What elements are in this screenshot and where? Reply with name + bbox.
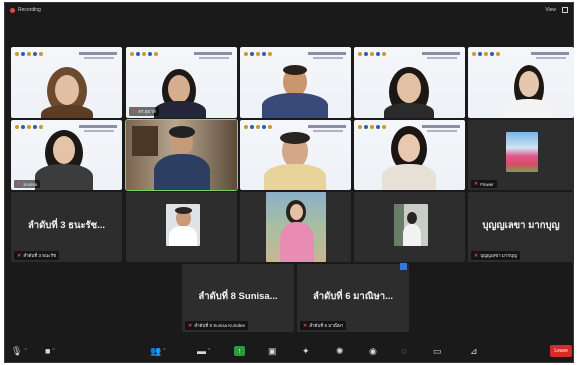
meeting-toolbar: 🎙 ^ ■ ^ 👥 ^ ▬ ^ ↑ ▣ ✦ ✺ ◉ ◌ ▭ ⊿ Leave [5, 340, 573, 362]
video-tile-5[interactable] [468, 47, 574, 118]
recording-label: Recording [18, 7, 41, 13]
participant-display-name: บุญญเลขา มากบุญ [482, 220, 560, 231]
video-tile-15[interactable]: บุญญเลขา มากบุญ ✕ บุญญเลขา มากบุญ [468, 192, 574, 262]
video-tile-7-active-speaker[interactable] [126, 120, 237, 190]
video-tile-12[interactable] [126, 192, 237, 262]
participant-face [519, 71, 539, 97]
recording-dot-icon [10, 7, 15, 13]
participant-name-tag: ✕ Flower [471, 180, 497, 188]
participant-body [262, 93, 328, 118]
participant-hair [280, 132, 310, 144]
video-icon: ■ [45, 346, 51, 356]
participant-hair [283, 65, 307, 75]
participant-display-name: ลำดับที่ 8 Sunisa... [198, 291, 278, 302]
participant-body [154, 101, 206, 118]
participant-body [35, 164, 93, 190]
chevron-up-icon[interactable]: ^ [208, 348, 210, 354]
participant-face [53, 136, 75, 164]
mute-button[interactable]: 🎙 ^ [11, 345, 27, 357]
video-button[interactable]: ■ ^ [45, 345, 55, 357]
participant-display-name: ลำดับที่ 3 ธนะรัช... [27, 220, 106, 231]
participant-body [264, 164, 326, 190]
chat-button[interactable]: ▬ ^ [197, 345, 210, 357]
video-tile-1[interactable] [11, 47, 122, 118]
participant-body [384, 103, 434, 118]
participants-button[interactable]: 👥 ^ [150, 345, 166, 357]
participants-icon: 👥 [150, 345, 162, 356]
mic-muted-icon: ✕ [303, 322, 308, 329]
video-tile-17[interactable]: ลำดับที่ 6 มาณิษา... ✕ ลำดับที่ 6 มาณิษา [297, 264, 409, 332]
more-icon: ⊿ [470, 345, 478, 356]
mic-muted-icon: ✕ [474, 181, 479, 187]
video-tile-13[interactable] [240, 192, 351, 262]
participant-name-tag: ✕ ลำดับที่ 6 มาณิษา [300, 321, 347, 330]
record-icon: ▣ [268, 345, 277, 356]
participant-body [41, 105, 93, 118]
participant-body [382, 164, 436, 190]
view-button[interactable]: View [545, 7, 556, 13]
mic-muted-icon: ✕ [132, 108, 137, 115]
share-screen-button[interactable]: ↑ [234, 345, 245, 357]
record-button[interactable]: ▣ [268, 345, 277, 357]
video-tile-8[interactable] [240, 120, 351, 190]
participant-face [397, 73, 421, 103]
headphones-icon [169, 126, 195, 138]
apps-icon: ✺ [336, 345, 344, 356]
mic-muted-icon: ✕ [474, 252, 479, 259]
participant-display-name: ลำดับที่ 6 มาณิษา... [312, 291, 394, 302]
participant-name-tag: ✕ ลำดับที่ 3 ธนะรัช [14, 251, 59, 260]
participant-name-tag: ✕ ดร.สุมาลี [129, 107, 159, 116]
chevron-up-icon[interactable]: ^ [163, 348, 165, 354]
chevron-up-icon[interactable]: ^ [24, 348, 26, 354]
top-bar: Recording View [5, 3, 573, 17]
mic-muted-icon: ✕ [17, 181, 22, 187]
video-tile-3[interactable] [240, 47, 351, 118]
whiteboard-button[interactable]: ◉ [369, 345, 377, 357]
video-tile-16[interactable]: ลำดับที่ 8 Sunisa... ✕ ลำดับที่ 8 Sunisa … [182, 264, 294, 332]
profile-picture [166, 204, 200, 246]
participant-name-tag: ✕ Sunisa [14, 180, 40, 188]
participant-face [55, 75, 79, 105]
chat-icon: ▬ [197, 346, 206, 356]
reactions-button[interactable]: ✦ [302, 345, 310, 357]
zoom-meeting-window: Recording View ✕ ดร.สุมาลี ✕ Sunisa ✕ Fl… [4, 2, 574, 363]
notes-icon: ◌ [401, 346, 407, 356]
fullscreen-icon[interactable] [562, 7, 568, 13]
video-tile-14[interactable] [354, 192, 465, 262]
video-tile-6[interactable]: ✕ Sunisa [11, 120, 122, 190]
more-button[interactable]: ⊿ [470, 345, 478, 357]
leave-button[interactable]: Leave [550, 345, 572, 357]
participant-name-tag: ✕ บุญญเลขา มากบุญ [471, 251, 520, 260]
participant-face [168, 75, 190, 103]
participant-body [504, 99, 554, 118]
mic-muted-icon: ✕ [17, 252, 22, 259]
profile-picture [394, 204, 428, 246]
profile-picture-flowers [506, 132, 538, 172]
pinned-indicator-icon [400, 263, 407, 270]
whiteboard-icon: ◉ [369, 345, 377, 356]
video-tile-10[interactable]: ✕ Flower [468, 120, 574, 190]
mic-icon: 🎙 [11, 345, 23, 356]
participant-name-tag: ✕ ลำดับที่ 8 Sunisa Kumdee [185, 321, 249, 330]
share-screen-icon: ↑ [234, 346, 245, 356]
apps-button[interactable]: ✺ [336, 345, 344, 357]
captions-button[interactable]: ▭ [433, 345, 442, 357]
reactions-icon: ✦ [302, 345, 310, 356]
bookshelf [132, 126, 158, 156]
participant-body [154, 154, 210, 190]
video-tile-9[interactable] [354, 120, 465, 190]
notes-button[interactable]: ◌ [401, 345, 406, 357]
chevron-up-icon[interactable]: ^ [52, 348, 54, 354]
video-tile-4[interactable] [354, 47, 465, 118]
mic-muted-icon: ✕ [188, 322, 193, 329]
participant-face [398, 134, 420, 162]
profile-picture [266, 192, 326, 262]
video-tile-2[interactable]: ✕ ดร.สุมาลี [126, 47, 237, 118]
captions-icon: ▭ [433, 345, 442, 356]
video-tile-11[interactable]: ลำดับที่ 3 ธนะรัช... ✕ ลำดับที่ 3 ธนะรัช [11, 192, 122, 262]
